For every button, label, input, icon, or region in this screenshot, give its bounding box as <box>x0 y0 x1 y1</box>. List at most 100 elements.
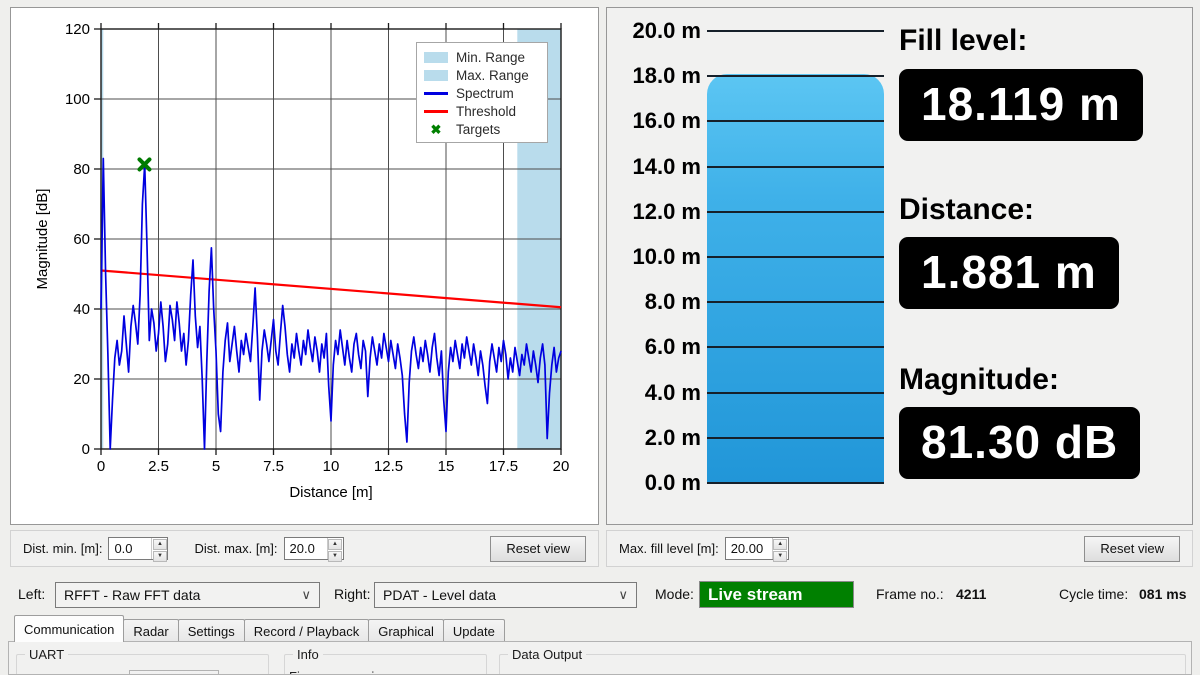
dist-max-label: Dist. max. [m]: <box>194 541 277 556</box>
svg-text:Distance [m]: Distance [m] <box>289 484 372 501</box>
svg-text:10: 10 <box>323 458 340 475</box>
cycle-time-label: Cycle time: <box>1059 586 1128 602</box>
marker-swatch-icon: ✖ <box>424 123 448 136</box>
svg-text:17.5: 17.5 <box>489 458 518 475</box>
distance-label: Distance: <box>899 193 1034 227</box>
up-arrow-icon[interactable]: ▲ <box>773 539 787 550</box>
tank-fill <box>707 74 884 483</box>
gauge-tick-line <box>707 120 884 122</box>
tab-bar: CommunicationRadarSettingsRecord / Playb… <box>8 615 504 642</box>
svg-text:15: 15 <box>438 458 455 475</box>
gauge-tick-line <box>707 482 884 484</box>
chart-reset-view-button[interactable]: Reset view <box>490 536 586 562</box>
svg-text:80: 80 <box>73 161 90 178</box>
data-output-groupbox: Data Output <box>499 654 1186 675</box>
up-arrow-icon[interactable]: ▲ <box>153 539 167 550</box>
gauge-tick-line <box>707 166 884 168</box>
svg-text:60: 60 <box>73 231 90 248</box>
gauge-tick-line <box>707 256 884 258</box>
tab-communication[interactable]: Communication <box>14 615 124 642</box>
max-fill-value[interactable]: 20.00 <box>726 538 772 559</box>
magnitude-value: 81.30 dB <box>899 407 1140 479</box>
dist-max-arrows[interactable]: ▲▼ <box>327 538 343 559</box>
svg-text:2.5: 2.5 <box>148 458 169 475</box>
svg-text:0: 0 <box>82 441 90 458</box>
dist-max-stepper[interactable]: 20.0 ▲▼ <box>284 537 344 560</box>
tab-record-playback[interactable]: Record / Playback <box>244 619 370 642</box>
legend-item-targets: ✖ Targets <box>424 120 540 138</box>
svg-text:7.5: 7.5 <box>263 458 284 475</box>
svg-text:120: 120 <box>65 21 90 38</box>
gauge-tick-label: 4.0 m <box>613 380 701 406</box>
legend-label: Max. Range <box>456 68 529 83</box>
firmware-version-label: Firmware version <box>289 669 389 675</box>
max-fill-arrows[interactable]: ▲▼ <box>772 538 788 559</box>
down-arrow-icon[interactable]: ▼ <box>328 551 342 562</box>
tab-settings[interactable]: Settings <box>178 619 245 642</box>
dist-min-value[interactable]: 0.0 <box>109 538 151 559</box>
legend-item-min-range: Min. Range <box>424 48 540 66</box>
gauge-reset-view-button[interactable]: Reset view <box>1084 536 1180 562</box>
fill-level-value: 18.119 m <box>899 69 1143 141</box>
chevron-down-icon: ∨ <box>618 587 628 603</box>
gauge-tick-label: 14.0 m <box>613 154 701 180</box>
gauge-tick-label: 6.0 m <box>613 334 701 360</box>
max-fill-stepper[interactable]: 20.00 ▲▼ <box>725 537 789 560</box>
info-group-label: Info <box>293 647 323 662</box>
gauge-tick-line <box>707 30 884 32</box>
svg-text:12.5: 12.5 <box>374 458 403 475</box>
gauge-tick-label: 18.0 m <box>613 63 701 89</box>
legend-label: Min. Range <box>456 50 525 65</box>
legend-item-spectrum: Spectrum <box>424 84 540 102</box>
down-arrow-icon[interactable]: ▼ <box>773 551 787 562</box>
down-arrow-icon[interactable]: ▼ <box>153 551 167 562</box>
chart-control-bar: Dist. min. [m]: 0.0 ▲▼ Dist. max. [m]: 2… <box>10 530 599 567</box>
chart-legend: Min. Range Max. Range Spectrum Threshold ✖ Ta… <box>416 42 548 143</box>
tab-update[interactable]: Update <box>443 619 505 642</box>
legend-label: Threshold <box>456 104 516 119</box>
band-swatch-icon <box>424 52 448 63</box>
svg-text:20: 20 <box>553 458 570 475</box>
left-combo-label: Left: <box>18 586 45 602</box>
gauge-tick-label: 10.0 m <box>613 244 701 270</box>
svg-text:5: 5 <box>212 458 220 475</box>
gauge-tick-line <box>707 392 884 394</box>
legend-label: Targets <box>456 122 500 137</box>
gauge-tick-label: 8.0 m <box>613 289 701 315</box>
gauge-tick-line <box>707 75 884 77</box>
uart-group-label: UART <box>25 647 68 662</box>
gauge-tick-label: 2.0 m <box>613 425 701 451</box>
uart-partial-control[interactable] <box>129 670 219 675</box>
gauge-tick-line <box>707 346 884 348</box>
dist-min-label: Dist. min. [m]: <box>23 541 102 556</box>
gauge-tick-label: 12.0 m <box>613 199 701 225</box>
tab-graphical[interactable]: Graphical <box>368 619 444 642</box>
gauge-tick-label: 16.0 m <box>613 108 701 134</box>
gauge-tick-line <box>707 437 884 439</box>
band-swatch-icon <box>424 70 448 81</box>
line-swatch-icon <box>424 92 448 95</box>
dist-min-arrows[interactable]: ▲▼ <box>151 538 167 559</box>
left-data-combobox[interactable]: RFFT - Raw FFT data ∨ <box>55 582 320 608</box>
dist-min-stepper[interactable]: 0.0 ▲▼ <box>108 537 168 560</box>
gauge-tick-line <box>707 301 884 303</box>
tab-content-communication: UART Info Data Output Firmware version <box>8 641 1192 675</box>
gauge-tick-line <box>707 211 884 213</box>
tab-radar[interactable]: Radar <box>123 619 178 642</box>
up-arrow-icon[interactable]: ▲ <box>328 539 342 550</box>
data-output-group-label: Data Output <box>508 647 586 662</box>
distance-value: 1.881 m <box>899 237 1119 309</box>
right-combo-label: Right: <box>334 586 371 602</box>
svg-text:0: 0 <box>97 458 105 475</box>
dist-max-value[interactable]: 20.0 <box>285 538 327 559</box>
legend-item-max-range: Max. Range <box>424 66 540 84</box>
svg-text:40: 40 <box>73 301 90 318</box>
line-swatch-icon <box>424 110 448 113</box>
mode-bar: Left: RFFT - Raw FFT data ∨ Right: PDAT … <box>0 577 1200 613</box>
mode-status-badge: Live stream <box>699 581 854 608</box>
right-data-combobox[interactable]: PDAT - Level data ∨ <box>374 582 637 608</box>
chevron-down-icon: ∨ <box>301 587 311 603</box>
right-combo-value: PDAT - Level data <box>383 587 612 603</box>
legend-label: Spectrum <box>456 86 514 101</box>
svg-text:Magnitude [dB]: Magnitude [dB] <box>34 189 51 290</box>
